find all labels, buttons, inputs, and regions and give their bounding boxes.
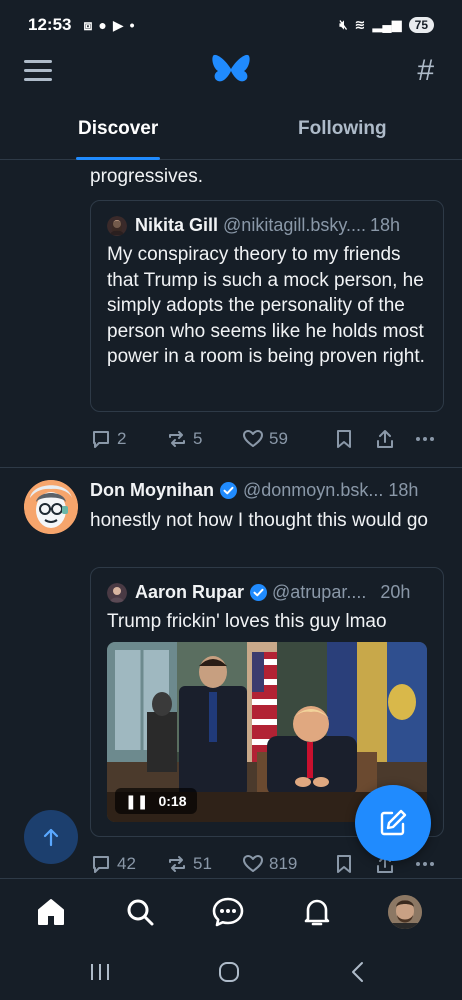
- author-handle[interactable]: @nikitagill.bsky....: [223, 215, 366, 236]
- bottom-navigation: [0, 878, 462, 950]
- repost-icon: [169, 431, 185, 447]
- screenshot-icon: ⧈: [83, 16, 93, 33]
- post-timestamp: 18h: [370, 215, 401, 235]
- verified-icon: [220, 482, 237, 499]
- recent-apps-icon[interactable]: [88, 960, 112, 984]
- avatar[interactable]: [24, 480, 78, 534]
- active-tab-indicator: [76, 157, 160, 160]
- pause-icon[interactable]: ❚❚: [125, 793, 148, 810]
- repost-count: 51: [193, 854, 212, 873]
- signal-icon: ▂▄▆: [372, 17, 402, 32]
- like-button[interactable]: 59: [242, 428, 288, 450]
- status-notification-icons: ⧈ ● ▶ •: [83, 17, 134, 34]
- bookmark-icon[interactable]: [334, 428, 354, 450]
- compose-icon: [380, 809, 407, 836]
- heart-icon: [243, 430, 263, 447]
- youtube-icon: ▶: [112, 16, 124, 33]
- avatar: [107, 582, 127, 603]
- reply-icon: [93, 856, 109, 873]
- video-duration: 0:18: [158, 793, 187, 809]
- post-timestamp: 20h: [380, 582, 411, 602]
- author-name[interactable]: Aaron Rupar: [135, 582, 244, 603]
- reply-button[interactable]: 42: [90, 853, 136, 875]
- dot-icon: •: [129, 17, 135, 33]
- tab-following[interactable]: Following: [298, 118, 387, 140]
- battery-icon: 75: [408, 17, 434, 33]
- quote-header: Aaron Rupar @atrupar.... 20h: [91, 568, 443, 603]
- compose-button[interactable]: [355, 785, 431, 861]
- more-options-icon[interactable]: [414, 428, 436, 450]
- quote-header: Nikita Gill @nikitagill.bsky.... 18h: [91, 201, 443, 236]
- post-timestamp: 18h: [388, 480, 419, 500]
- hashtag-icon[interactable]: #: [417, 54, 434, 88]
- reply-count: 42: [117, 854, 136, 873]
- repost-button[interactable]: 51: [166, 853, 212, 875]
- reply-icon: [93, 431, 109, 448]
- status-bar: 12:53 ⧈ ● ▶ • 🔇︎ ≋ ▂▄▆ 75: [0, 0, 462, 50]
- like-count: 819: [269, 854, 298, 873]
- more-options-icon[interactable]: [414, 853, 436, 875]
- author-handle[interactable]: @atrupar....: [272, 582, 366, 603]
- post-header: Don Moynihan @donmoyn.bsk... 18h: [90, 480, 418, 501]
- video-controls[interactable]: ❚❚ 0:18: [115, 788, 197, 814]
- menu-icon[interactable]: [24, 60, 52, 84]
- author-handle[interactable]: @donmoyn.bsk...: [243, 480, 383, 501]
- share-icon[interactable]: [374, 428, 396, 450]
- quote-text: My conspiracy theory to my friends that …: [107, 244, 425, 367]
- avatar: [107, 215, 127, 236]
- tab-discover[interactable]: Discover: [78, 118, 158, 140]
- author-name[interactable]: Nikita Gill: [135, 215, 218, 236]
- verified-icon: [250, 584, 268, 601]
- quoted-post[interactable]: Nikita Gill @nikitagill.bsky.... 18h My …: [90, 200, 444, 412]
- chat-icon[interactable]: [211, 895, 245, 929]
- bell-icon[interactable]: [300, 895, 334, 929]
- status-system-icons: 🔇︎ ≋ ▂▄▆ 75: [339, 17, 434, 33]
- repost-count: 5: [193, 429, 203, 448]
- home-icon[interactable]: [34, 895, 68, 929]
- butterfly-logo-icon: [212, 54, 250, 82]
- post-text: progressives.: [90, 166, 203, 187]
- like-count: 59: [269, 429, 288, 448]
- post-divider: [0, 467, 462, 468]
- repost-icon: [169, 856, 185, 872]
- quote-text: Trump frickin' loves this guy lmao: [107, 611, 387, 632]
- like-button[interactable]: 819: [242, 853, 297, 875]
- back-icon[interactable]: [346, 960, 370, 984]
- account-icon: ●: [98, 17, 107, 33]
- arrow-up-icon: [43, 828, 59, 847]
- system-navigation-bar: [0, 950, 462, 1000]
- top-bar: #: [0, 50, 462, 96]
- author-name[interactable]: Don Moynihan: [90, 480, 214, 501]
- post-actions: 2 5 59: [90, 427, 440, 451]
- reply-button[interactable]: 2: [90, 428, 126, 450]
- home-circle-icon[interactable]: [217, 960, 241, 984]
- post-text: honestly not how I thought this would go: [90, 510, 429, 531]
- mute-icon: 🔇︎: [339, 17, 348, 32]
- bookmark-icon[interactable]: [334, 853, 354, 875]
- feed-tabs: Discover Following: [0, 108, 462, 160]
- scroll-to-top-button[interactable]: [24, 810, 78, 864]
- wifi-icon: ≋: [354, 17, 366, 32]
- heart-icon: [243, 855, 263, 872]
- profile-avatar[interactable]: [388, 895, 422, 929]
- repost-button[interactable]: 5: [166, 428, 202, 450]
- search-icon[interactable]: [123, 895, 157, 929]
- reply-count: 2: [117, 429, 127, 448]
- status-time: 12:53: [28, 15, 72, 34]
